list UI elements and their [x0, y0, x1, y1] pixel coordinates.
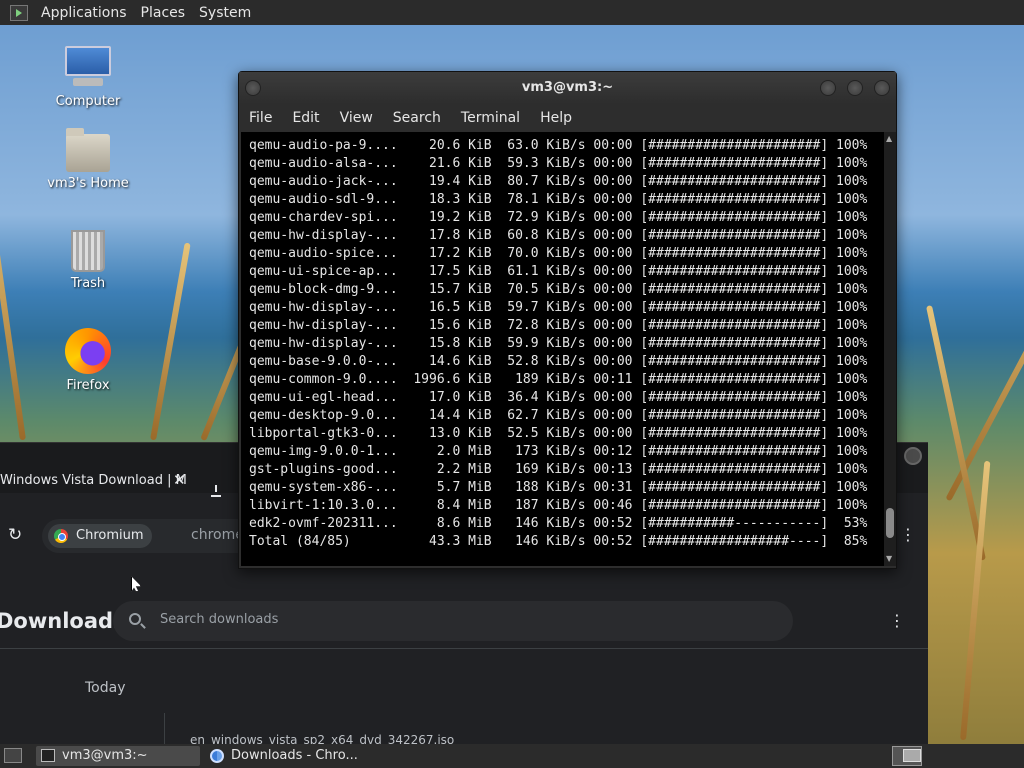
- window-control-icon[interactable]: [904, 447, 922, 465]
- workspace-switcher-icon[interactable]: [892, 746, 922, 766]
- menu-view[interactable]: View: [330, 110, 383, 126]
- scroll-down-icon[interactable]: ▼: [886, 554, 892, 563]
- page-title: Downloads: [0, 609, 126, 633]
- menu-help[interactable]: Help: [530, 110, 582, 126]
- reload-icon[interactable]: ↻: [8, 525, 22, 545]
- menu-search[interactable]: Search: [383, 110, 451, 126]
- terminal-line: qemu-hw-display-... 15.8 KiB 59.9 KiB/s …: [249, 336, 868, 351]
- terminal-line: qemu-hw-display-... 17.8 KiB 60.8 KiB/s …: [249, 228, 868, 243]
- menu-system[interactable]: System: [192, 5, 258, 21]
- terminal-titlebar[interactable]: vm3@vm3:~: [239, 72, 896, 104]
- desktop-icon-home[interactable]: vm3's Home: [43, 128, 133, 191]
- chromium-icon: [210, 749, 224, 763]
- terminal-output[interactable]: qemu-audio-pa-9.... 20.6 KiB 63.0 KiB/s …: [241, 132, 884, 566]
- close-icon[interactable]: [874, 80, 890, 96]
- taskbar-item-chromium[interactable]: Downloads - Chro...: [205, 746, 375, 766]
- search-downloads-input[interactable]: Search downloads: [113, 601, 793, 641]
- terminal-line: qemu-audio-pa-9.... 20.6 KiB 63.0 KiB/s …: [249, 138, 868, 153]
- terminal-line: qemu-audio-jack-... 19.4 KiB 80.7 KiB/s …: [249, 174, 868, 189]
- menu-terminal[interactable]: Terminal: [451, 110, 530, 126]
- trash-icon: [71, 230, 105, 272]
- desktop-icon-label: Computer: [55, 94, 121, 109]
- scrollbar-thumb[interactable]: [886, 508, 894, 538]
- desktop-icon-computer[interactable]: Computer: [43, 46, 133, 109]
- date-heading: Today: [85, 680, 126, 696]
- show-desktop-icon[interactable]: [4, 748, 22, 763]
- terminal-line: edk2-ovmf-202311... 8.6 MiB 146 KiB/s 00…: [249, 516, 868, 531]
- divider: [164, 713, 165, 745]
- terminal-window: vm3@vm3:~ File Edit View Search Terminal…: [238, 71, 897, 569]
- menu-edit[interactable]: Edit: [282, 110, 329, 126]
- terminal-line: qemu-block-dmg-9... 15.7 KiB 70.5 KiB/s …: [249, 282, 868, 297]
- terminal-line: qemu-chardev-spi... 19.2 KiB 72.9 KiB/s …: [249, 210, 868, 225]
- menu-places[interactable]: Places: [134, 5, 193, 21]
- taskbar-item-label: Downloads - Chro...: [231, 748, 358, 763]
- home-folder-icon: [66, 128, 110, 172]
- terminal-line: qemu-img-9.0.0-1... 2.0 MiB 173 KiB/s 00…: [249, 444, 868, 459]
- terminal-line: libvirt-1:10.3.0... 8.4 MiB 187 KiB/s 00…: [249, 498, 868, 513]
- terminal-line: qemu-audio-alsa-... 21.6 KiB 59.3 KiB/s …: [249, 156, 868, 171]
- tab-close-icon[interactable]: ✕: [173, 471, 186, 489]
- terminal-line: qemu-desktop-9.0... 14.4 KiB 62.7 KiB/s …: [249, 408, 868, 423]
- scroll-up-icon[interactable]: ▲: [886, 134, 892, 143]
- top-panel: Applications Places System: [0, 0, 1024, 25]
- browser-menu-icon[interactable]: ⋮: [900, 525, 916, 544]
- site-chip-label: Chromium: [76, 528, 144, 543]
- desktop-icon-label: vm3's Home: [47, 176, 129, 191]
- terminal-line: qemu-base-9.0.0-... 14.6 KiB 52.8 KiB/s …: [249, 354, 868, 369]
- desktop-icon-firefox[interactable]: Firefox: [43, 328, 133, 393]
- chromium-icon: [54, 529, 68, 543]
- firefox-icon: [65, 328, 111, 374]
- search-icon: [129, 613, 141, 625]
- terminal-line: qemu-audio-sdl-9... 18.3 KiB 78.1 KiB/s …: [249, 192, 868, 207]
- window-title: vm3@vm3:~: [521, 80, 614, 95]
- computer-icon: [65, 46, 111, 90]
- terminal-line: qemu-common-9.0.... 1996.6 KiB 189 KiB/s…: [249, 372, 868, 387]
- maximize-icon[interactable]: [847, 80, 863, 96]
- terminal-line: qemu-ui-egl-head... 17.0 KiB 36.4 KiB/s …: [249, 390, 868, 405]
- applications-menu-icon[interactable]: [10, 4, 28, 21]
- terminal-line: qemu-audio-spice... 17.2 KiB 70.0 KiB/s …: [249, 246, 868, 261]
- site-chip[interactable]: Chromium: [48, 524, 152, 548]
- terminal-line: qemu-hw-display-... 15.6 KiB 72.8 KiB/s …: [249, 318, 868, 333]
- search-placeholder: Search downloads: [160, 612, 279, 627]
- terminal-line: libportal-gtk3-0... 13.0 KiB 52.5 KiB/s …: [249, 426, 868, 441]
- taskbar-item-label: vm3@vm3:~: [62, 748, 148, 763]
- terminal-line: gst-plugins-good... 2.2 MiB 169 KiB/s 00…: [249, 462, 868, 477]
- terminal-line: qemu-system-x86-... 5.7 MiB 188 KiB/s 00…: [249, 480, 868, 495]
- desktop-icon-trash[interactable]: Trash: [43, 230, 133, 291]
- terminal-line: qemu-ui-spice-ap... 17.5 KiB 61.1 KiB/s …: [249, 264, 868, 279]
- menu-file[interactable]: File: [239, 110, 282, 126]
- download-icon[interactable]: [210, 485, 222, 497]
- minimize-icon[interactable]: [820, 80, 836, 96]
- terminal-scrollbar[interactable]: ▲ ▼: [884, 132, 896, 566]
- downloads-more-icon[interactable]: ⋮: [889, 611, 905, 630]
- terminal-line: Total (84/85) 43.3 MiB 146 KiB/s 00:52 […: [249, 534, 868, 549]
- bottom-panel: vm3@vm3:~ Downloads - Chro...: [0, 744, 1024, 768]
- menu-applications[interactable]: Applications: [34, 5, 134, 21]
- desktop-icon-label: Firefox: [66, 378, 110, 393]
- tab-windows-vista[interactable]: Windows Vista Download | M: [0, 473, 200, 493]
- taskbar-item-terminal[interactable]: vm3@vm3:~: [36, 746, 200, 766]
- terminal-line: qemu-hw-display-... 16.5 KiB 59.7 KiB/s …: [249, 300, 868, 315]
- terminal-menubar: File Edit View Search Terminal Help: [239, 104, 896, 132]
- desktop-icon-label: Trash: [70, 276, 106, 291]
- downloads-header: Downloads Search downloads: [0, 593, 928, 649]
- terminal-icon: [41, 749, 55, 762]
